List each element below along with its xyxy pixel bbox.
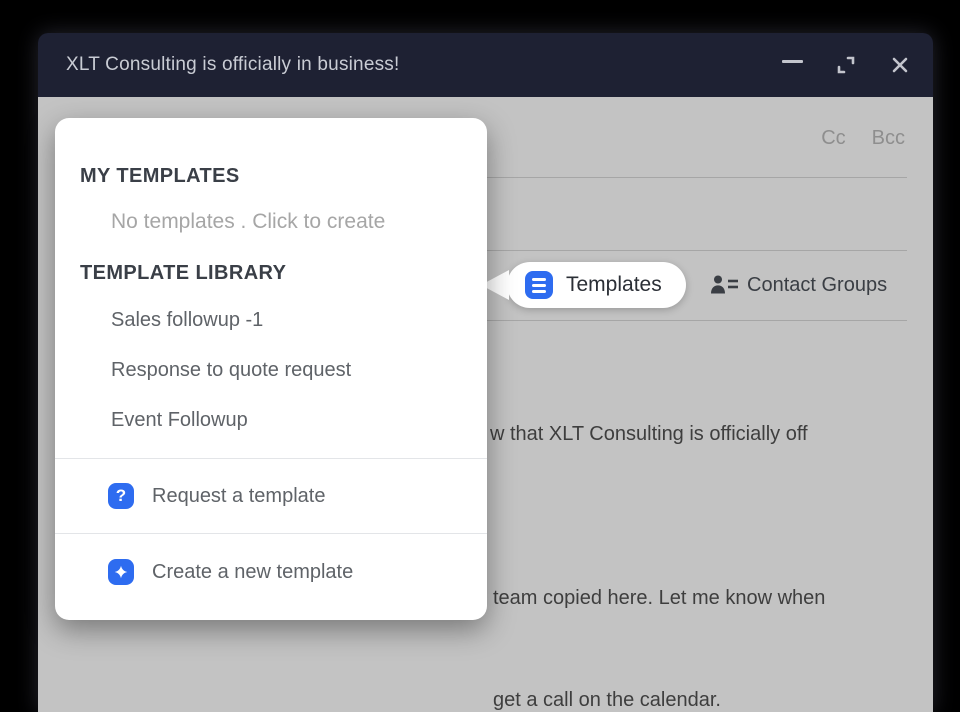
request-template-label: Request a template [152,485,325,508]
close-icon [889,54,911,76]
email-body-line: w that XLT Consulting is officially off [490,417,808,451]
no-templates-create-link[interactable]: No templates . Click to create [111,210,385,234]
contact-groups-button[interactable]: Contact Groups [710,269,887,301]
my-templates-header: MY TEMPLATES [80,165,240,188]
create-template-button[interactable]: Create a new template [55,548,487,596]
contact-groups-label: Contact Groups [747,274,887,297]
close-button[interactable] [887,52,913,78]
email-body-paragraph: team copied here. Let me know when get a… [493,513,825,712]
contact-groups-icon [710,274,740,296]
templates-button[interactable]: Templates [507,262,686,308]
minimize-button[interactable] [779,52,805,78]
email-body-line: team copied here. Let me know when [493,581,825,615]
template-item-quote-response[interactable]: Response to quote request [111,359,351,382]
create-template-label: Create a new template [152,561,353,584]
popover-divider [55,458,487,459]
template-item-event-followup[interactable]: Event Followup [111,409,248,432]
template-library-header: TEMPLATE LIBRARY [80,262,286,285]
compose-subject-title: XLT Consulting is officially in business… [66,54,399,76]
minimize-icon [782,60,803,63]
expand-icon [834,53,858,77]
template-item-sales-followup[interactable]: Sales followup -1 [111,309,263,332]
request-template-button[interactable]: ? Request a template [55,472,487,520]
email-body-line: get a call on the calendar. [493,683,825,712]
templates-button-label: Templates [566,273,662,297]
templates-popover: MY TEMPLATES No templates . Click to cre… [55,118,487,620]
popover-divider [55,533,487,534]
expand-button[interactable] [833,52,859,78]
compose-titlebar: XLT Consulting is officially in business… [38,33,933,97]
recipient-toggles: Cc Bcc [821,127,905,150]
bcc-button[interactable]: Bcc [872,127,905,150]
window-controls [779,33,913,97]
question-icon: ? [108,483,134,509]
cc-button[interactable]: Cc [821,127,845,150]
email-signature: Thanks, Nicoletta [66,644,144,712]
templates-icon [525,271,553,299]
screen: { "window": { "title": "XLT Consulting i… [0,0,960,712]
plus-sparkle-icon [108,559,134,585]
